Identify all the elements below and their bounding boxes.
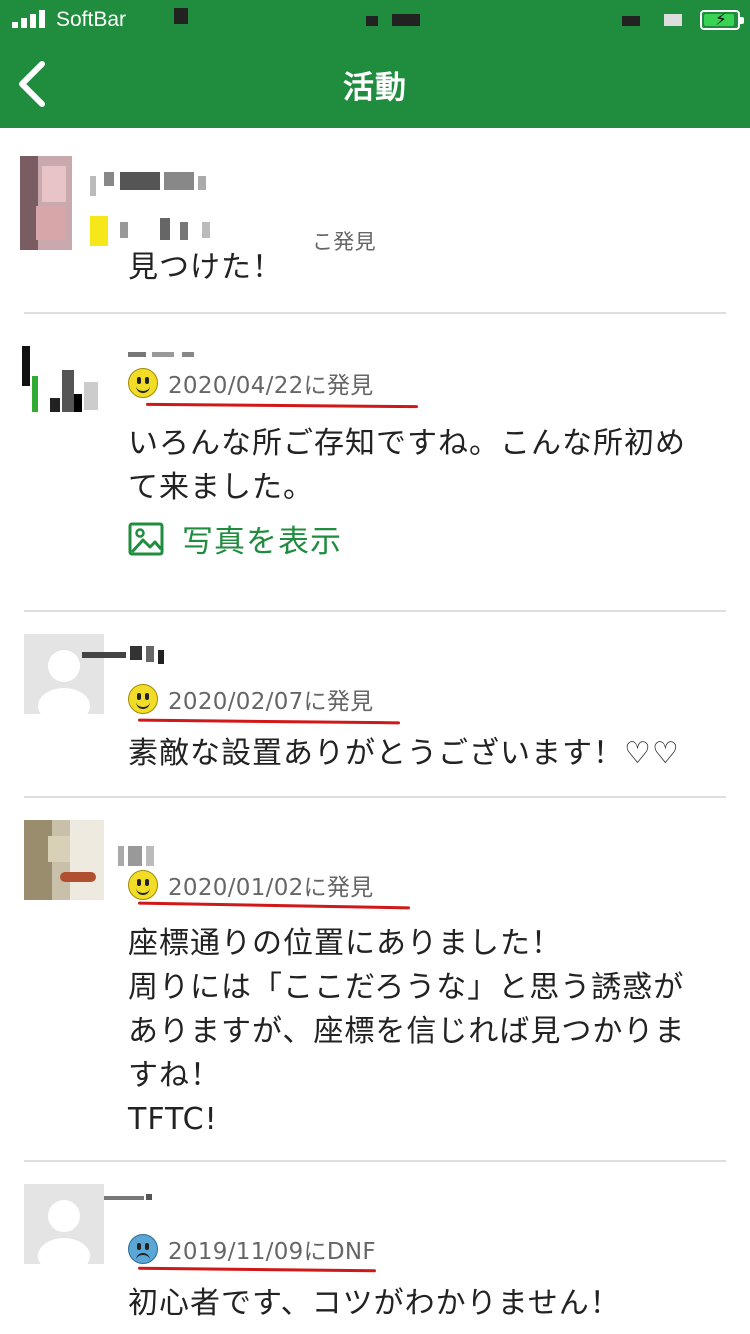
comment-text: いろんな所ご存知ですね。こんな所初め て来ました。: [128, 426, 686, 505]
status-bar: SoftBar ⚡: [0, 0, 750, 40]
username[interactable]: [82, 646, 166, 670]
highlight-underline: [137, 901, 411, 910]
redacted-block: [622, 16, 640, 26]
found-smiley-icon: [128, 368, 158, 398]
comment-text: 座標通りの位置にありました！ 周りには「ここだろうな」と思う誘惑が ありますが、…: [128, 926, 686, 1137]
comment-text: 初心者です、コツがわかりません！: [128, 1286, 621, 1321]
divider: [24, 610, 726, 612]
dnf-sad-face-icon: [128, 1234, 158, 1264]
comment-text: 見つけた！: [128, 250, 283, 285]
list-item: 2020/02/07に発見 素敵な設置ありがとうございます！♡♡: [24, 634, 726, 784]
username[interactable]: [90, 170, 210, 196]
redacted-block: [366, 16, 378, 26]
signal-icon: [12, 10, 45, 28]
default-avatar-icon: [24, 1184, 104, 1264]
divider: [24, 796, 726, 798]
battery-icon: ⚡: [700, 10, 744, 30]
redacted-block: [90, 216, 108, 246]
page-title: 活動: [343, 70, 407, 106]
list-item: こ発見 見つけた！: [20, 156, 726, 286]
avatar[interactable]: [24, 820, 104, 900]
username[interactable]: [104, 1194, 154, 1218]
dnf-date: 2019/11/09にDNF: [128, 1232, 376, 1266]
comment-text: 素敵な設置ありがとうございます！♡♡: [128, 736, 680, 771]
avatar[interactable]: [24, 1184, 104, 1264]
avatar[interactable]: [20, 156, 72, 250]
list-item: 2020/04/22に発見 いろんな所ご存知ですね。こんな所初め て来ました。 …: [22, 346, 726, 596]
list-item: 2020/01/02に発見 座標通りの位置にありました！ 周りには「ここだろうな…: [24, 820, 726, 1140]
show-photo-link[interactable]: 写真を表示: [128, 516, 342, 561]
found-smiley-icon: [128, 684, 158, 714]
highlight-underline: [137, 718, 401, 725]
username[interactable]: [118, 846, 158, 870]
redacted-block: [120, 218, 210, 240]
divider: [24, 1160, 726, 1162]
divider: [24, 312, 726, 314]
found-smiley-icon: [128, 870, 158, 900]
highlight-underline: [145, 402, 419, 409]
found-date: 2020/04/22に発見: [128, 366, 373, 400]
app-header: SoftBar ⚡ 活動: [0, 0, 750, 128]
highlight-underline: [137, 1266, 377, 1273]
redacted-block: [392, 14, 420, 26]
redacted-block: [174, 8, 188, 24]
found-date: 2020/01/02に発見: [128, 868, 373, 902]
list-item: 2019/11/09にDNF 初心者です、コツがわかりません！: [24, 1184, 726, 1334]
avatar[interactable]: [22, 346, 102, 416]
found-date: 2020/02/07に発見: [128, 682, 373, 716]
location-icon: [664, 14, 682, 26]
carrier-name: SoftBar: [56, 8, 127, 31]
image-icon: [128, 522, 164, 555]
